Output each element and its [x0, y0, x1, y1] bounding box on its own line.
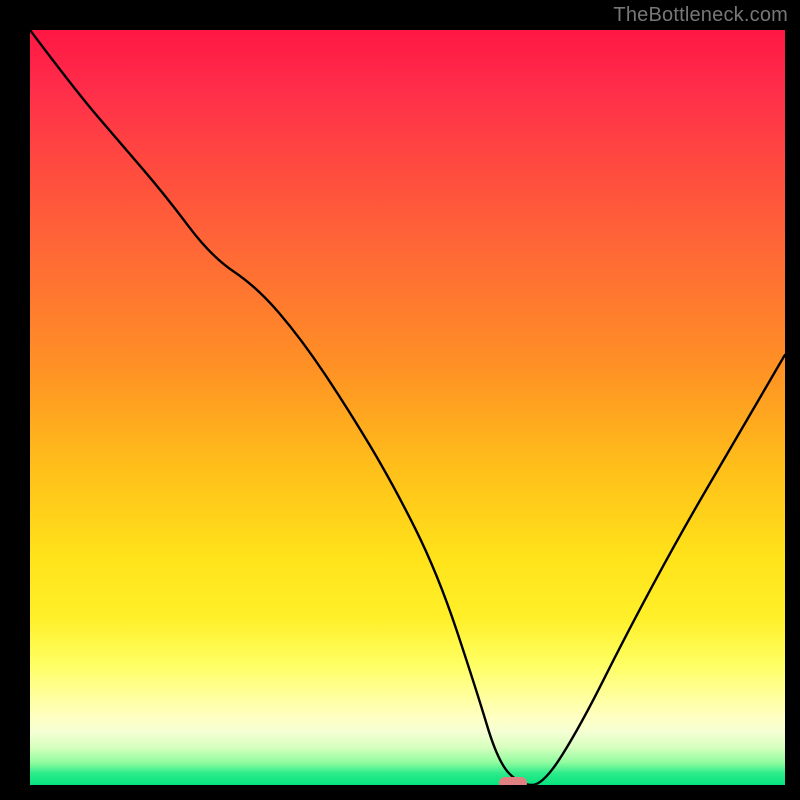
watermark-text: TheBottleneck.com	[613, 4, 788, 27]
curve-path	[30, 30, 785, 785]
chart-frame: TheBottleneck.com	[0, 0, 800, 800]
bottleneck-curve	[30, 30, 785, 785]
minimum-marker	[499, 777, 527, 785]
plot-area	[30, 30, 785, 785]
